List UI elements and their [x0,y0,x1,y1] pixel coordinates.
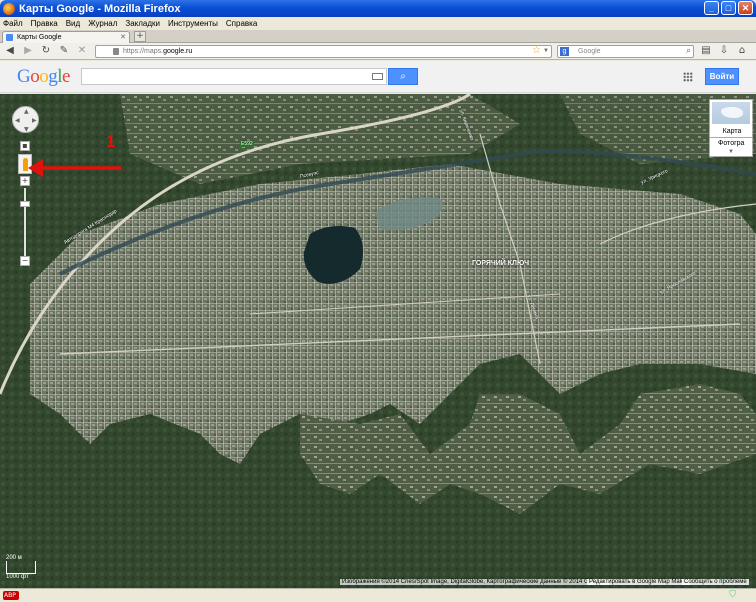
back-arrow-icon[interactable]: ◀ [4,45,16,57]
apps-grid-icon[interactable] [683,72,693,82]
map-thumbnail [712,102,750,124]
zoom-slider-handle[interactable] [20,201,30,207]
adblock-button[interactable]: ABP [3,591,19,600]
menu-bookmarks[interactable]: Закладки [125,19,160,28]
annotation-arrow [28,159,121,177]
downloads-icon[interactable]: ⇩ [718,45,730,57]
pan-control[interactable]: ▲ ▼ ◀ ▶ [12,106,39,133]
menu-view[interactable]: Вид [66,19,80,28]
pan-left-icon[interactable]: ◀ [15,117,20,124]
home-icon[interactable]: ⌂ [736,45,748,57]
menu-bar: Файл Правка Вид Журнал Закладки Инструме… [0,17,756,30]
window-title: Карты Google - Mozilla Firefox [19,2,181,15]
google-engine-icon[interactable]: g [560,47,569,56]
forward-arrow-icon[interactable]: ▶ [22,45,34,57]
pan-right-icon[interactable]: ▶ [32,117,37,124]
google-header: Google ⌕ Войти [0,61,756,93]
pan-up-icon[interactable]: ▲ [24,108,29,115]
star-icon[interactable]: ☆ [532,45,541,56]
zoom-small-button[interactable]: ▪ [20,141,30,151]
report-problem-link[interactable]: Сообщить о проблеме [682,579,749,585]
maps-search-button[interactable]: ⌕ [388,68,418,85]
menu-help[interactable]: Справка [226,19,257,28]
scale-bottom-label: 1000 фт [6,574,29,580]
firefox-icon [3,2,15,15]
copyright-text: Изображения ©2014 Cnes/Spot Image, Digit… [340,579,610,585]
reload-icon[interactable]: ↻ [40,45,52,57]
close-window-button[interactable]: ✕ [738,1,753,15]
city-label[interactable]: ГОРЯЧИЙ КЛЮЧ [472,260,529,267]
bookmark-page-icon[interactable]: ✎ [58,45,70,57]
photo-layer-label: Фотогра [718,140,745,147]
url-bar[interactable]: https://maps.google.ru ☆ ▼ [95,45,552,58]
photo-layer-button[interactable]: Фотогра ▼ [709,137,753,157]
stop-icon[interactable]: ✕ [76,45,88,57]
chevron-down-icon: ▼ [728,149,734,155]
tab-label: Карты Google [17,34,62,41]
lock-icon [113,48,119,55]
scale-bar [6,561,36,574]
search-icon[interactable]: ⌕ [686,45,691,56]
navigation-bar: ◀ ▶ ↻ ✎ ✕ https://maps.google.ru ☆ ▼ g G… [0,43,756,60]
satellite-map[interactable]: ▲ ▼ ◀ ▶ ▪ + − 1 Карта Фотогра ▼ ГОРЯЧИЙ … [0,94,756,588]
zoom-out-button[interactable]: − [20,256,30,266]
mapmaker-link[interactable]: Редактировать в Google Map Maker [587,579,690,585]
shield-icon[interactable]: ⛉ [729,590,736,600]
status-bar: ABP ⛉ [0,588,756,602]
map-layer-label: Карта [722,128,742,135]
url-domain: google.ru [163,48,193,55]
maps-favicon-icon [6,34,13,41]
browser-search-input[interactable]: g Google ⌕ [557,45,694,58]
google-logo[interactable]: Google [17,66,70,88]
menu-edit[interactable]: Правка [31,19,58,28]
tab-close-icon[interactable]: ✕ [120,32,126,43]
keyboard-icon[interactable] [372,73,383,80]
tab-google-maps[interactable]: Карты Google ✕ [2,31,130,43]
zoom-slider-track[interactable] [24,188,26,258]
map-scale[interactable]: 200 м 1000 фт [6,555,36,580]
pan-down-icon[interactable]: ▼ [24,126,29,133]
bookmarks-menu-icon[interactable]: ▤ [700,45,712,57]
url-dropdown-icon[interactable]: ▼ [543,46,549,57]
menu-tools[interactable]: Инструменты [168,19,218,28]
maps-search-input[interactable] [81,68,387,85]
new-tab-button[interactable]: + [134,31,146,42]
menu-file[interactable]: Файл [3,19,23,28]
minimize-button[interactable]: _ [704,1,719,15]
signin-button[interactable]: Войти [705,68,739,85]
annotation-number: 1 [106,132,116,151]
search-placeholder: Google [578,48,601,55]
menu-history[interactable]: Журнал [88,19,117,28]
tab-bar: Карты Google ✕ + [0,30,756,43]
map-layer-button[interactable]: Карта [709,99,753,140]
route-badge: Е592 [240,141,254,147]
maximize-button[interactable]: □ [721,1,736,15]
url-prefix: https://maps. [123,48,164,55]
window-titlebar: Карты Google - Mozilla Firefox _ □ ✕ [0,0,756,17]
